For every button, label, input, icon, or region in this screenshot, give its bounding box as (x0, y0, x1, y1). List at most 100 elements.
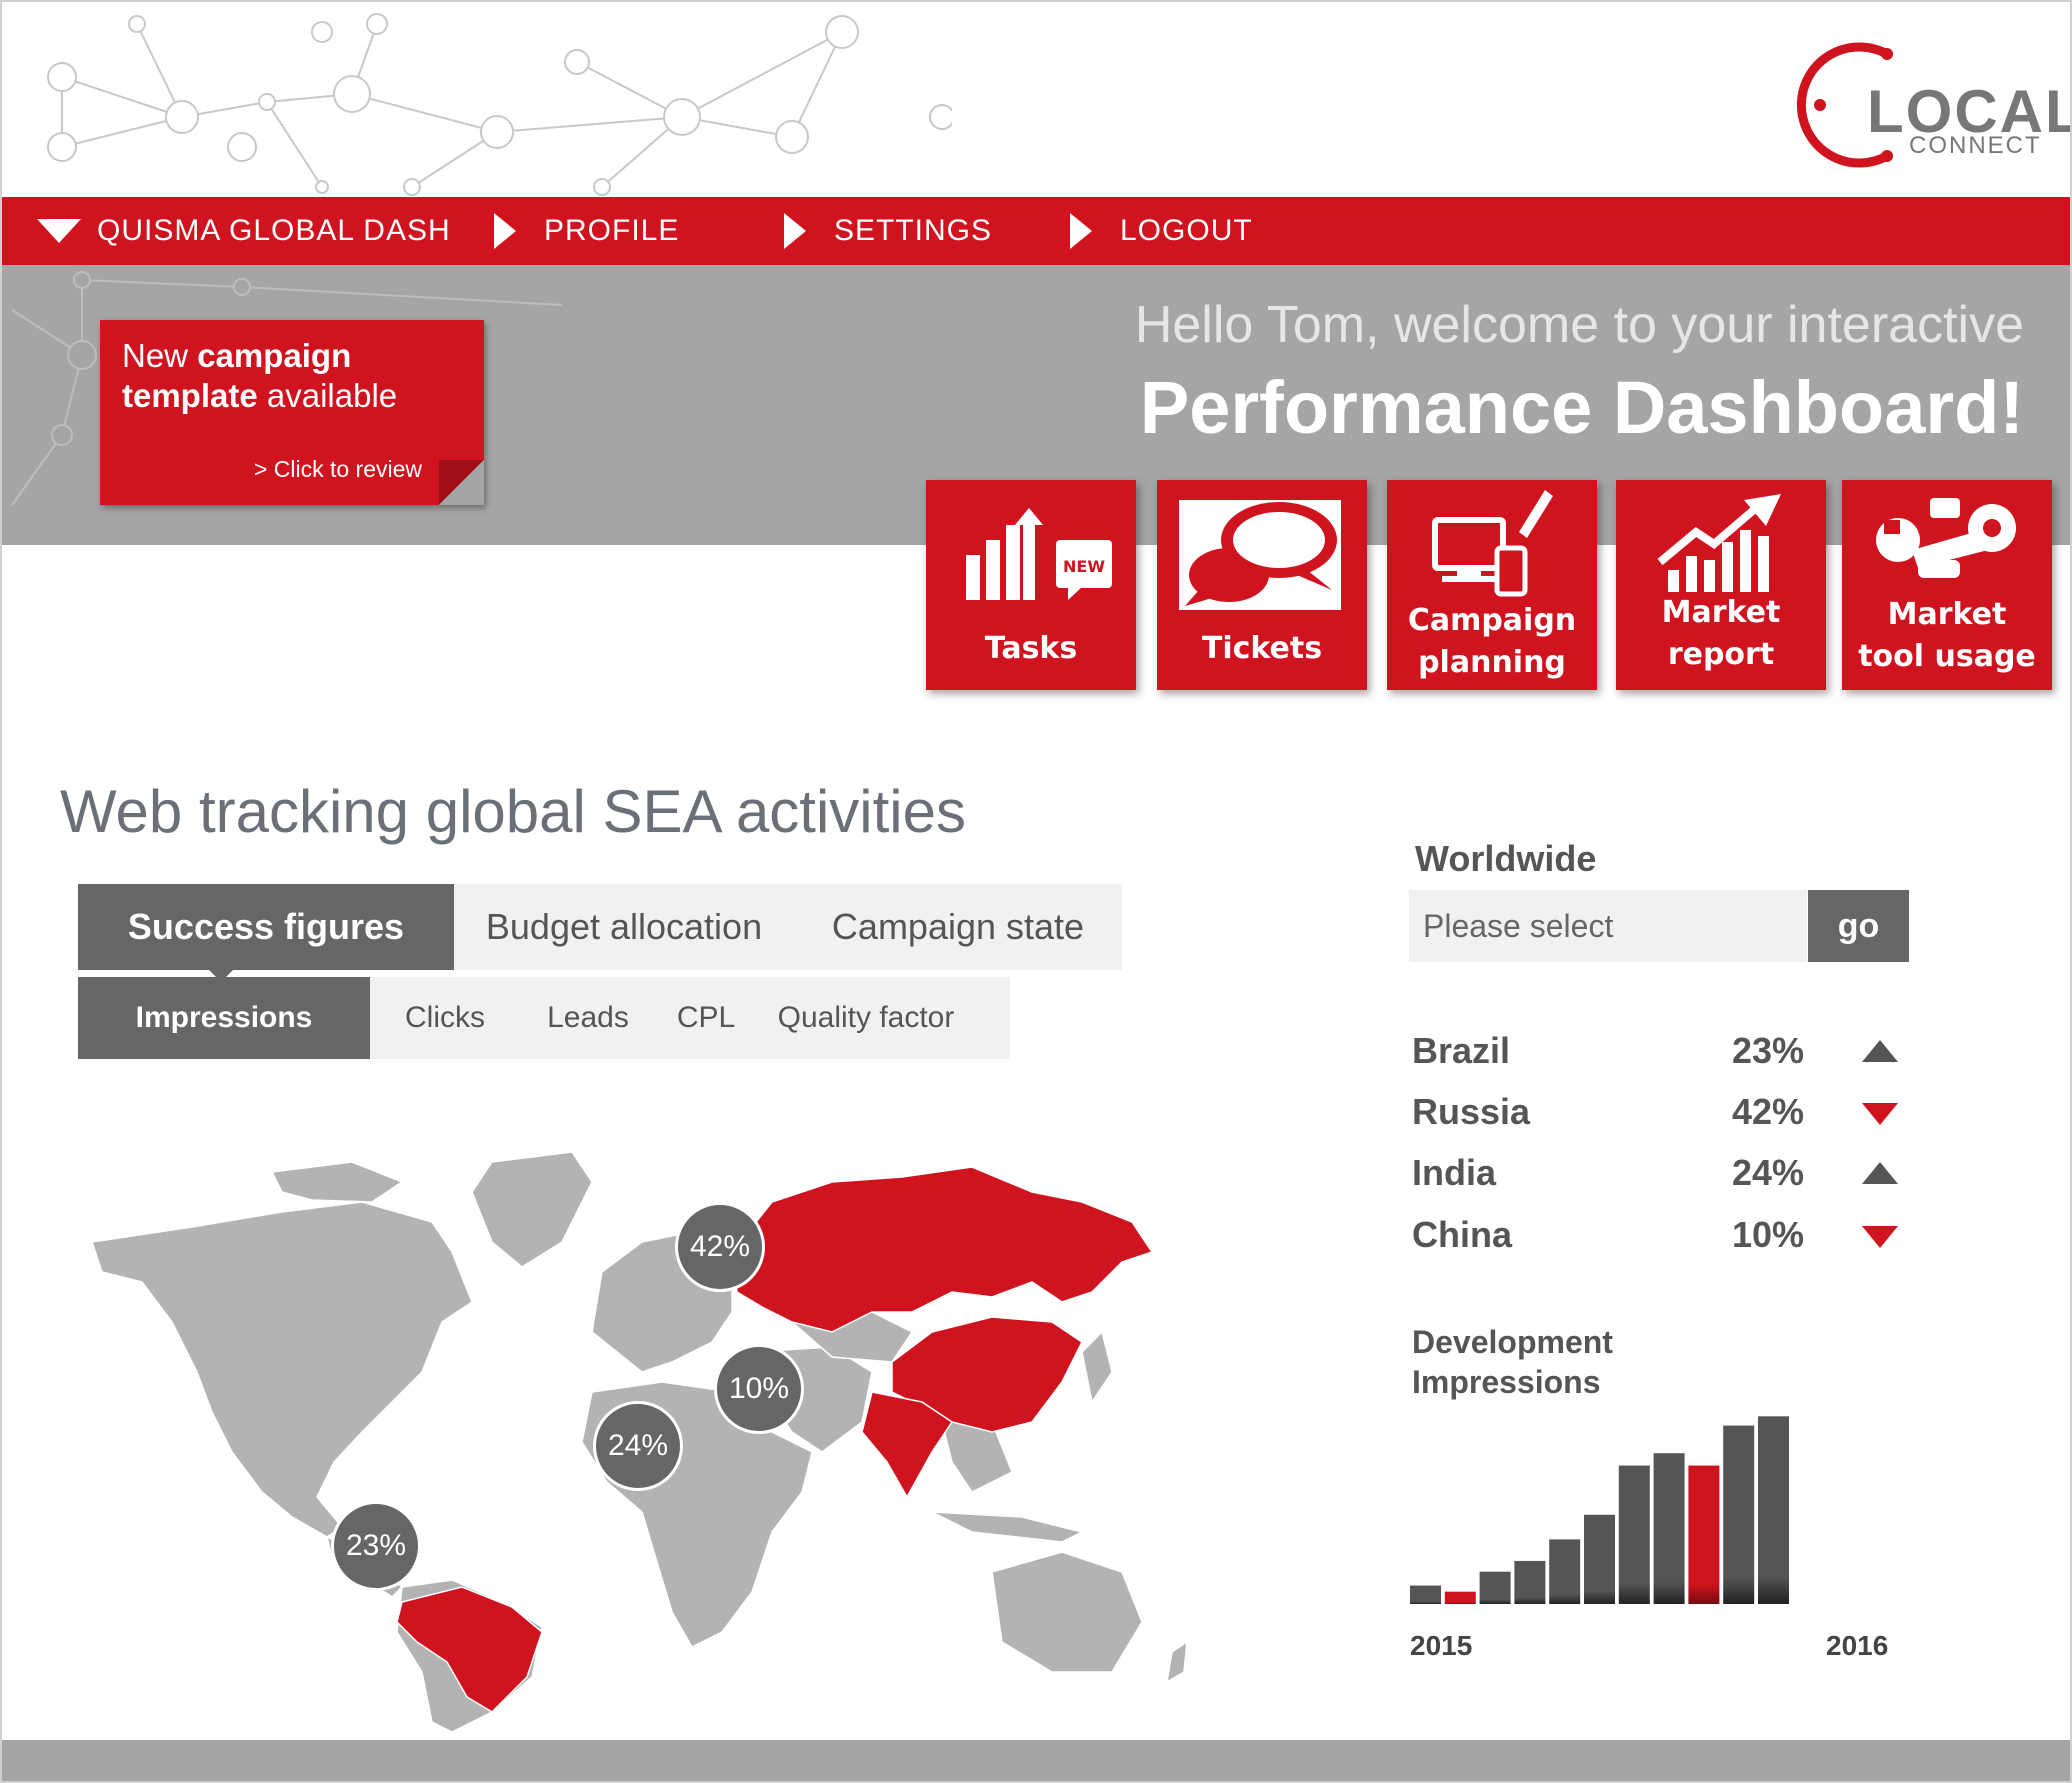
tab-leads[interactable]: Leads (520, 977, 656, 1059)
tab-budget-allocation[interactable]: Budget allocation (454, 884, 794, 970)
chevron-right-icon (1070, 213, 1092, 249)
nav-logout[interactable]: LOGOUT (1070, 197, 1253, 265)
trend-down-icon (1862, 1226, 1898, 1248)
tile-campaign-label-line2: planning (1418, 645, 1566, 680)
chevron-right-icon (494, 213, 516, 249)
region-select-placeholder: Please select (1423, 907, 1614, 944)
tab-success-figures[interactable]: Success figures (78, 884, 454, 970)
page-curl-decoration (439, 460, 484, 505)
nav-settings[interactable]: SETTINGS (784, 197, 992, 265)
trend-up-icon (1862, 1040, 1898, 1062)
stat-row: Russia 42% (1412, 1091, 1898, 1141)
go-button[interactable]: go (1808, 890, 1909, 962)
world-map: 42% 10% 24% 23% (72, 1132, 1272, 1733)
tile-tasks[interactable]: NEW Tasks (926, 480, 1136, 690)
stat-row: India 24% (1412, 1152, 1898, 1202)
chart-bar (1584, 1514, 1615, 1604)
map-indonesia (931, 1511, 1085, 1543)
tab-cpl[interactable]: CPL (656, 977, 756, 1059)
tile-tickets-label: Tickets (1201, 631, 1323, 666)
main-tab-bar: Success figures Budget allocation Campai… (78, 884, 1122, 970)
active-tab-pointer (205, 966, 237, 982)
tab-impressions[interactable]: Impressions (78, 977, 370, 1059)
campaign-template-promo[interactable]: New campaign template available > Click … (100, 320, 484, 505)
tile-tickets[interactable]: Tickets (1157, 480, 1367, 690)
sub-tab-bar: Impressions Clicks Leads CPL Quality fac… (78, 977, 1010, 1059)
map-arctic-islands (270, 1161, 404, 1203)
welcome-greeting: Hello Tom, welcome to your interactive (1134, 296, 2024, 354)
tab-quality-factor[interactable]: Quality factor (756, 977, 976, 1059)
map-north-america (91, 1201, 473, 1538)
tile-tool-usage-label-line2: tool usage (1858, 639, 2036, 674)
nav-dashboard[interactable]: QUISMA GLOBAL DASH (37, 197, 451, 265)
stat-row: Brazil 23% (1412, 1030, 1898, 1080)
chart-bar (1514, 1560, 1546, 1604)
promo-title: New campaign template available (122, 336, 397, 416)
chart-bar (1410, 1585, 1441, 1604)
stat-country: Russia (1412, 1091, 1531, 1132)
chart-bars (1410, 1416, 1789, 1604)
chart-bar (1723, 1425, 1755, 1604)
tile-market-report-label-line2: report (1667, 637, 1775, 672)
nav-dashboard-label: QUISMA GLOBAL DASH (97, 214, 451, 247)
main-navbar: QUISMA GLOBAL DASH PROFILE SETTINGS LOGO… (2, 197, 2070, 265)
stat-percent: 10% (1732, 1214, 1805, 1255)
dashboard-frame: LOCAL CONNECT QUISMA GLOBAL DASH PROFILE… (0, 0, 2072, 1783)
nav-profile[interactable]: PROFILE (494, 197, 679, 265)
stat-country: India (1412, 1152, 1497, 1193)
map-bubble-brazil[interactable]: 23% (331, 1501, 421, 1591)
tile-market-report-label-line1: Market (1661, 595, 1781, 630)
tile-campaign-planning[interactable]: Campaign planning (1387, 480, 1597, 690)
chart-x-label-start: 2015 (1410, 1630, 1473, 1661)
tile-tasks-badge: NEW (1063, 557, 1105, 576)
map-southeast-asia (941, 1421, 1013, 1493)
chart-bar (1758, 1416, 1789, 1604)
promo-line1-bold: campaign (197, 337, 352, 374)
stat-country: China (1412, 1214, 1513, 1255)
worldwide-title: Worldwide (1415, 838, 1597, 879)
local-connect-logo[interactable]: LOCAL CONNECT (1787, 32, 2070, 172)
chevron-right-icon (784, 213, 806, 249)
map-bubble-china[interactable]: 10% (714, 1344, 804, 1434)
tab-clicks[interactable]: Clicks (370, 977, 520, 1059)
map-greenland (471, 1151, 593, 1268)
development-title: Development Impressions (1412, 1322, 1613, 1402)
tile-campaign-label-line1: Campaign (1407, 603, 1577, 638)
stat-row: China 10% (1412, 1214, 1898, 1264)
nav-logout-label: LOGOUT (1120, 214, 1253, 247)
map-australia (991, 1551, 1143, 1673)
footer-bar (2, 1740, 2070, 1781)
development-title-line2: Impressions (1412, 1364, 1601, 1400)
stat-percent: 23% (1732, 1030, 1805, 1071)
page-title: Performance Dashboard! (1139, 366, 2024, 449)
chart-bar (1618, 1465, 1650, 1604)
trend-up-icon (1862, 1162, 1898, 1184)
tile-tasks-label: Tasks (984, 631, 1078, 666)
tile-tool-usage-label-line1: Market (1887, 597, 2007, 632)
chart-bar (1444, 1591, 1476, 1604)
map-new-zealand (1165, 1640, 1188, 1684)
stat-percent: 24% (1732, 1152, 1805, 1193)
stat-country: Brazil (1412, 1030, 1511, 1071)
development-title-line1: Development (1412, 1324, 1613, 1360)
chart-bar (1479, 1571, 1511, 1604)
promo-review-link[interactable]: > Click to review (254, 456, 422, 483)
region-select[interactable]: Please select (1409, 890, 1807, 962)
map-bubble-india[interactable]: 24% (593, 1401, 683, 1491)
chart-bar (1549, 1539, 1581, 1604)
tile-market-report[interactable]: Market report (1616, 480, 1826, 690)
tab-campaign-state[interactable]: Campaign state (794, 884, 1122, 970)
section-title: Web tracking global SEA activities (60, 778, 967, 845)
promo-line2-bold: template (122, 377, 258, 414)
logo-text-connect: CONNECT (1909, 132, 2042, 159)
nav-profile-label: PROFILE (544, 214, 680, 247)
promo-line2-plain: available (257, 377, 398, 414)
map-japan (1081, 1330, 1113, 1404)
tile-market-tool-usage[interactable]: Market tool usage (1842, 480, 2052, 690)
promo-line1-plain: New (122, 337, 198, 374)
impressions-bar-chart (1410, 1416, 1789, 1604)
map-bubble-russia[interactable]: 42% (675, 1202, 765, 1292)
chevron-down-icon (37, 219, 81, 243)
chart-bar (1653, 1453, 1685, 1604)
map-russia (731, 1166, 1154, 1333)
